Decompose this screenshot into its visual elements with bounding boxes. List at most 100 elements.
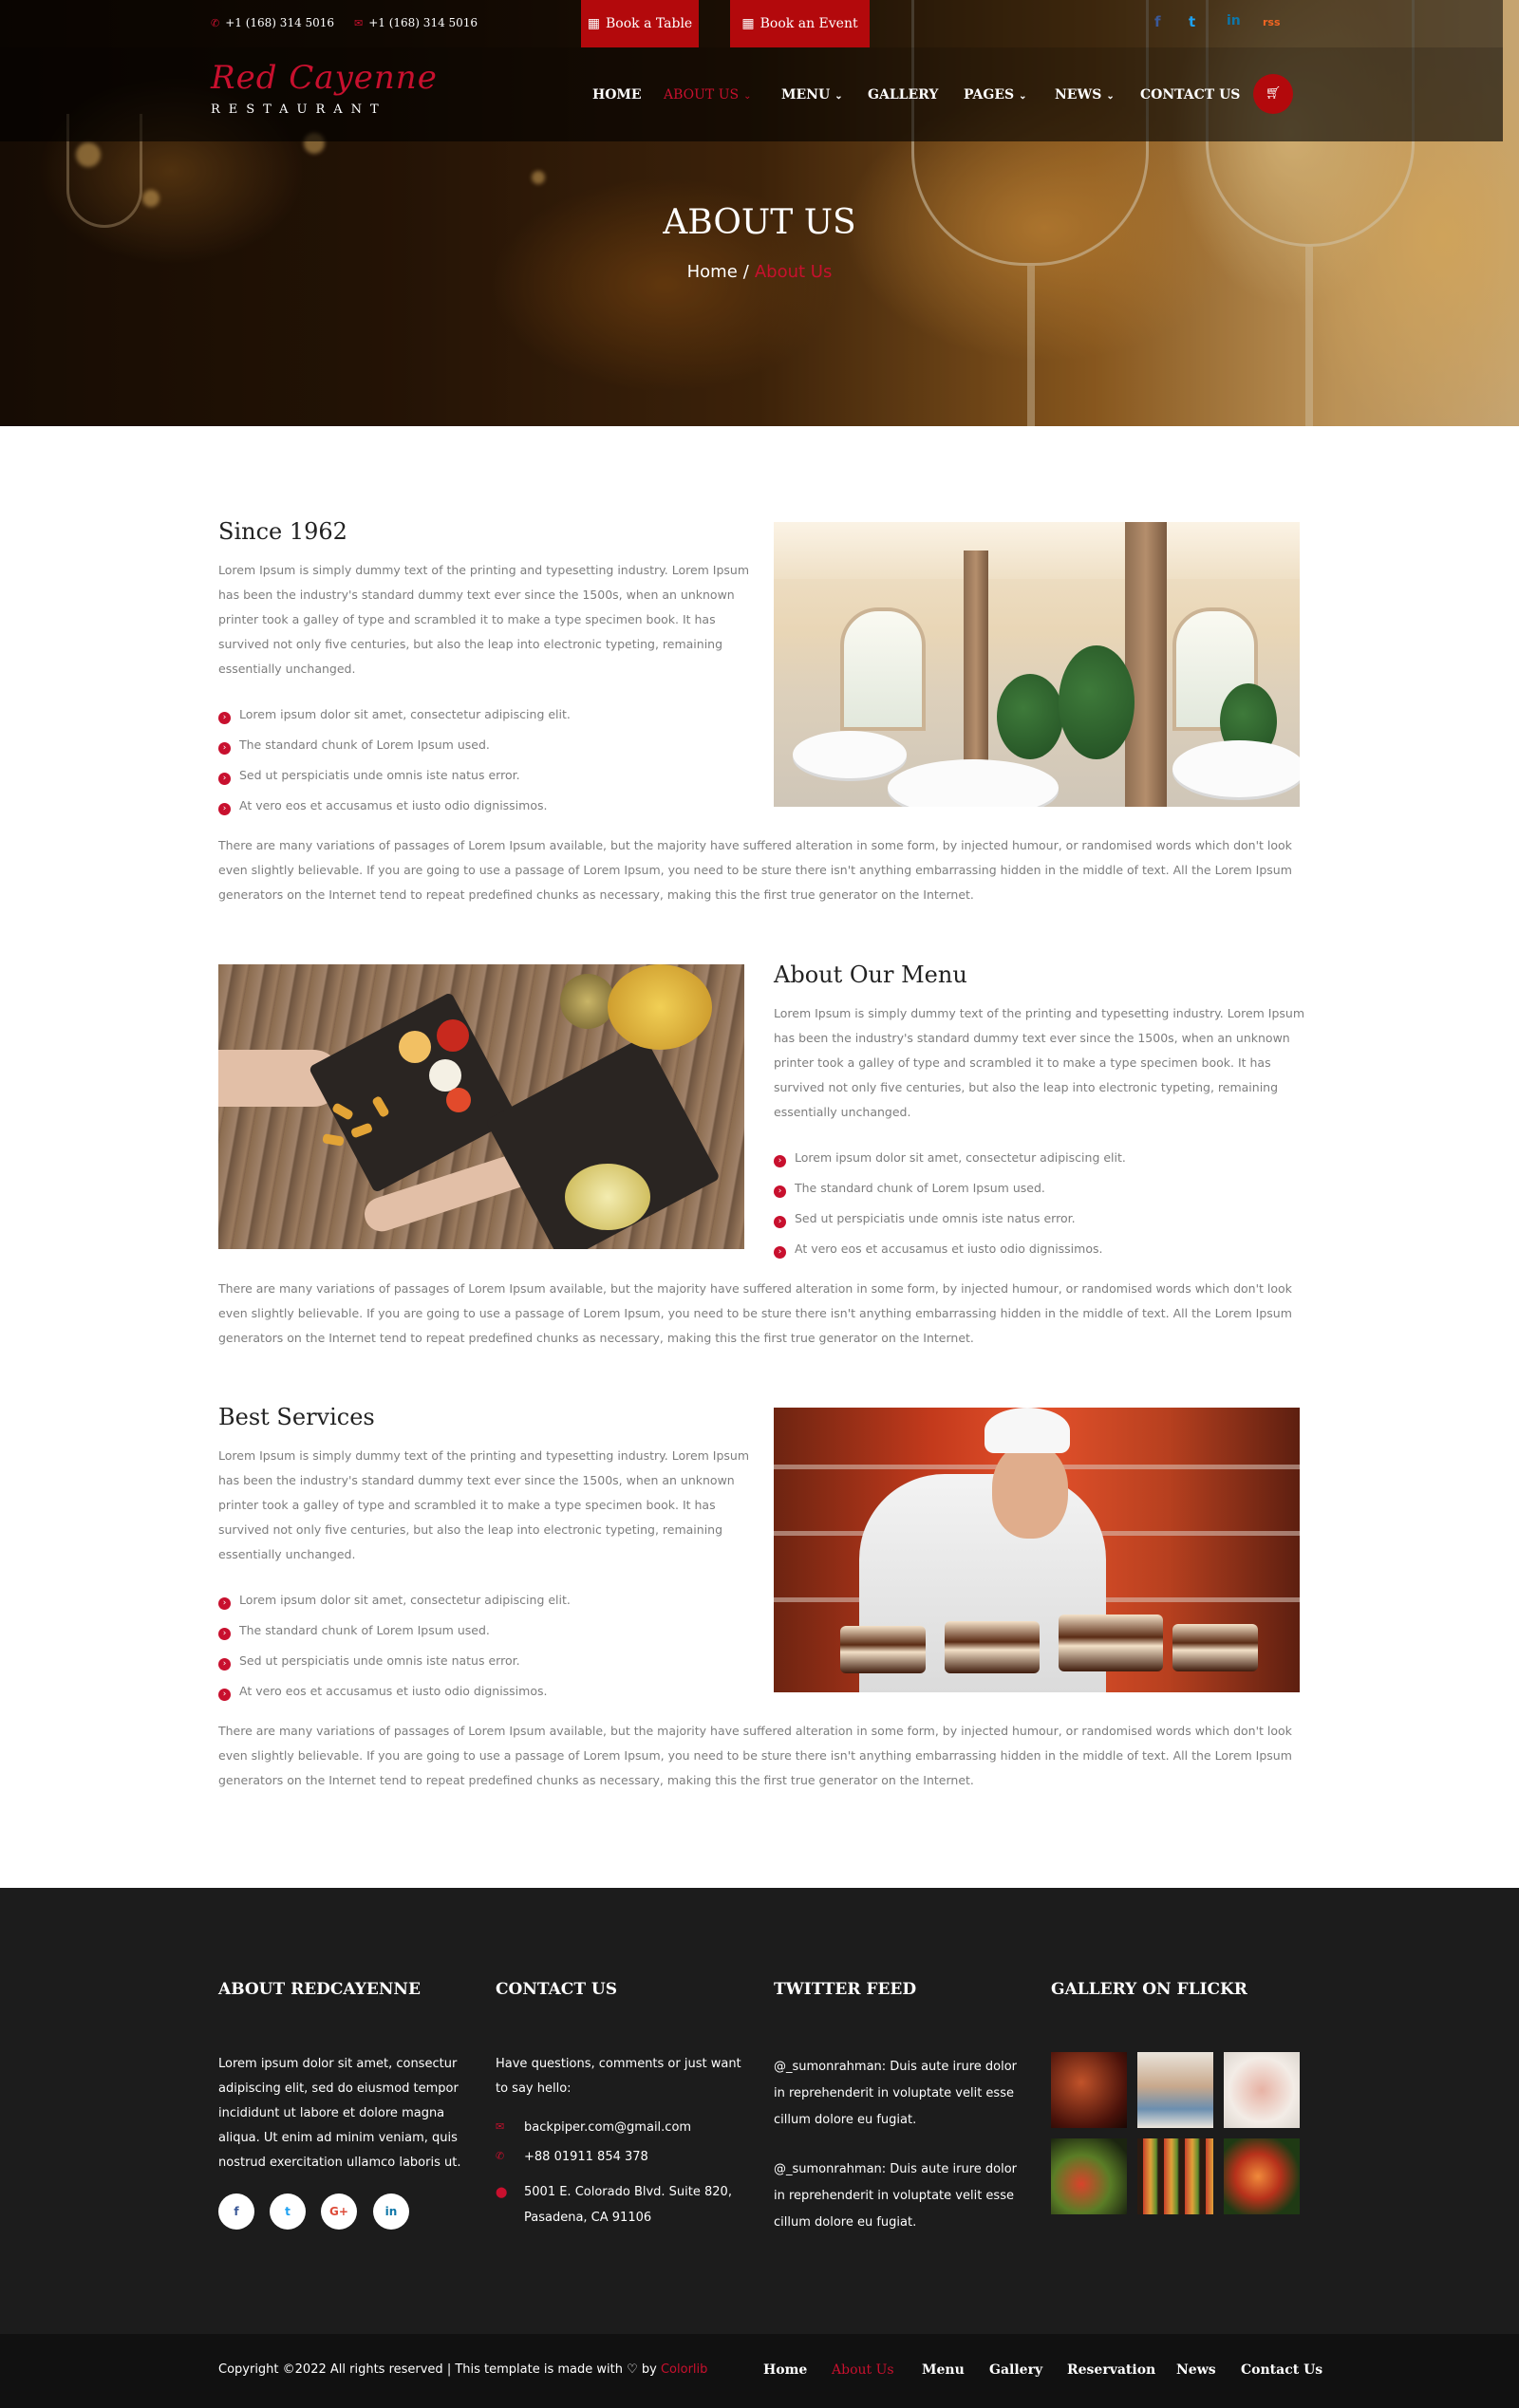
section-full-paragraph: There are many variations of passages of… (218, 838, 1292, 902)
phone-number-2[interactable]: ✉ +1 (168) 314 5016 (354, 16, 478, 29)
footer-phone[interactable]: ✆ +88 01911 854 378 (496, 2150, 648, 2164)
arrow-circle-icon: › (218, 773, 231, 785)
footer-nav-news[interactable]: News (1176, 2362, 1216, 2378)
tweet: @_sumonrahman: Duis aute irure dolor in … (774, 2162, 1018, 2230)
chevron-down-icon: ⌄ (835, 91, 843, 102)
footer-nav-about-us[interactable]: About Us (832, 2362, 894, 2378)
footer-contact-intro: Have questions, comments or just want to… (496, 2057, 741, 2096)
list-item: › The standard chunk of Lorem Ipsum used. (218, 730, 571, 760)
footer-about-text: Lorem ipsum dolor sit amet, consectur ad… (218, 2057, 461, 2170)
breadcrumb: Home / About Us (0, 262, 1519, 282)
salad (565, 1164, 650, 1230)
flickr-thumbnail[interactable] (1051, 2138, 1127, 2214)
heart-icon: ♡ (627, 2362, 638, 2377)
chef-image (774, 1408, 1300, 1692)
cake-slice (1059, 1615, 1163, 1671)
colorlib-link[interactable]: Colorlib (661, 2362, 707, 2377)
sauce-bowl (560, 974, 615, 1029)
twitter-icon[interactable]: t (1189, 13, 1195, 30)
footer-gallery-title: GALLERY ON FLICKR (1051, 1980, 1247, 1999)
footer-nav-reservation[interactable]: Reservation (1067, 2362, 1155, 2378)
map-marker-icon: ⬤ (496, 2186, 508, 2198)
nav-contact-us[interactable]: CONTACT US (1140, 87, 1240, 103)
footer-nav-menu[interactable]: Menu (922, 2362, 965, 2378)
list-item: › At vero eos et accusamus et iusto odio … (218, 791, 571, 821)
list-item: › The standard chunk of Lorem Ipsum used. (774, 1173, 1126, 1204)
cake-slice (840, 1626, 926, 1673)
flickr-thumbnail[interactable] (1224, 2138, 1300, 2214)
footer: ABOUT REDCAYENNE Lorem ipsum dolor sit a… (0, 1888, 1519, 2334)
tweet: @_sumonrahman: Duis aute irure dolor in … (774, 2060, 1018, 2127)
sauce-bowl (437, 1019, 469, 1052)
page-title: ABOUT US (663, 203, 856, 242)
nav-news[interactable]: NEWS ⌄ (1055, 87, 1115, 103)
breadcrumb-separator: / (742, 262, 749, 282)
sauce-bowl (429, 1059, 461, 1092)
footer-nav-home[interactable]: Home (763, 2362, 807, 2378)
rss-icon[interactable]: rss (1263, 16, 1281, 28)
section-paragraph: Lorem Ipsum is simply dummy text of the … (774, 1006, 1305, 1119)
linkedin-icon[interactable]: in (1227, 13, 1241, 28)
list-item: › Lorem ipsum dolor sit amet, consectetur… (218, 700, 571, 730)
nav-pages[interactable]: PAGES ⌄ (964, 87, 1027, 103)
nav-about-us[interactable]: ABOUT US ⌄ (664, 87, 752, 103)
bottom-bar: Copyright ©2022 All rights reserved | Th… (0, 2334, 1519, 2408)
dining-table (1172, 740, 1300, 797)
calendar-icon: ▦ (587, 16, 601, 31)
nav-menu[interactable]: MENU ⌄ (781, 87, 843, 103)
logo-subtitle[interactable]: RESTAURANT (211, 103, 387, 117)
phone-number[interactable]: ✆ +1 (168) 314 5016 (211, 16, 334, 29)
sauce-bowl (399, 1031, 431, 1063)
top-bar: ✆ +1 (168) 314 5016 ✉ +1 (168) 314 5016 ▦ B… (0, 0, 1503, 47)
flickr-thumbnail[interactable] (1051, 2052, 1127, 2128)
book-table-button[interactable]: ▦ Book a Table (581, 0, 699, 47)
chef-face (992, 1444, 1068, 1539)
arrow-circle-icon: › (218, 803, 231, 815)
footer-nav-contact-us[interactable]: Contact Us (1241, 2362, 1322, 2378)
list-item: › Lorem ipsum dolor sit amet, consectetur… (218, 1585, 571, 1615)
list-item: › Sed ut perspiciatis unde omnis iste nat… (218, 760, 571, 791)
section-title-services: Best Services (218, 1404, 375, 1430)
google-plus-icon[interactable]: G+ (321, 2193, 357, 2230)
nav-home[interactable]: HOME (592, 87, 642, 103)
linkedin-icon[interactable]: in (373, 2193, 409, 2230)
dining-table (888, 759, 1059, 807)
twitter-icon[interactable]: t (270, 2193, 306, 2230)
arrow-circle-icon: › (218, 1597, 231, 1610)
tomato (446, 1088, 471, 1112)
facebook-icon[interactable]: f (1154, 13, 1161, 30)
list-item: › Sed ut perspiciatis unde omnis iste nat… (218, 1646, 571, 1676)
feature-list: › Lorem ipsum dolor sit amet, consectetur… (218, 700, 571, 821)
arrow-circle-icon: › (218, 742, 231, 755)
book-event-button[interactable]: ▦ Book an Event (730, 0, 870, 47)
facebook-icon[interactable]: f (218, 2193, 254, 2230)
arrow-circle-icon: › (774, 1246, 786, 1259)
main-navbar: Red Cayenne RESTAURANT HOME ABOUT US ⌄ ME… (0, 47, 1503, 141)
hero-banner: ✆ +1 (168) 314 5016 ✉ +1 (168) 314 5016 ▦ B… (0, 0, 1519, 426)
feature-list: › Lorem ipsum dolor sit amet, consectetur… (774, 1143, 1126, 1264)
chevron-down-icon: ⌄ (743, 91, 752, 102)
plant (1059, 645, 1135, 759)
section-paragraph: Lorem Ipsum is simply dummy text of the … (218, 1448, 750, 1561)
cart-button[interactable]: 🛒︎ (1253, 74, 1293, 114)
flickr-thumbnail[interactable] (1137, 2138, 1213, 2214)
arrow-circle-icon: › (774, 1185, 786, 1198)
arrow-circle-icon: › (218, 1689, 231, 1701)
list-item: › At vero eos et accusamus et iusto odio … (218, 1676, 571, 1707)
flickr-thumbnail[interactable] (1137, 2052, 1213, 2128)
copyright: Copyright ©2022 All rights reserved | Th… (218, 2362, 708, 2377)
column (1125, 522, 1167, 807)
logo-script[interactable]: Red Cayenne (211, 59, 438, 97)
list-item: › Sed ut perspiciatis unde omnis iste nat… (774, 1204, 1126, 1234)
phone-icon: ✆ (496, 2150, 505, 2162)
section-full-paragraph: There are many variations of passages of… (218, 1724, 1292, 1787)
nav-gallery[interactable]: GALLERY (868, 87, 938, 103)
footer-contact-title: CONTACT US (496, 1980, 617, 1999)
breadcrumb-home[interactable]: Home (687, 262, 738, 282)
ceiling (774, 522, 1300, 579)
footer-email[interactable]: ✉ backpiper.com@gmail.com (496, 2120, 691, 2135)
footer-nav-gallery[interactable]: Gallery (989, 2362, 1042, 2378)
section-full-paragraph: There are many variations of passages of… (218, 1281, 1292, 1345)
calendar-icon: ▦ (741, 16, 755, 31)
flickr-thumbnail[interactable] (1224, 2052, 1300, 2128)
